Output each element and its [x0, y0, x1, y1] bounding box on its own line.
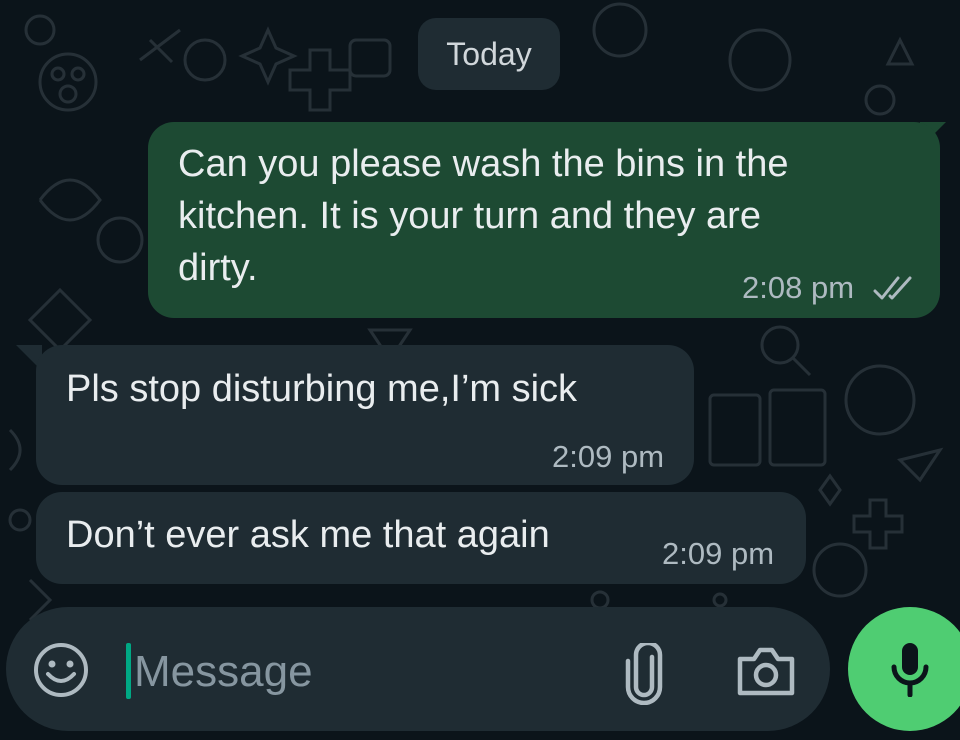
camera-icon[interactable] — [736, 645, 796, 697]
microphone-icon — [891, 643, 929, 697]
message-text: Can you please wash the bins in the kitc… — [178, 143, 789, 289]
date-chip: Today — [418, 18, 560, 90]
message-text: Pls stop disturbing me,I’m sick — [66, 368, 578, 410]
text-cursor — [126, 643, 131, 699]
emoji-icon[interactable] — [32, 641, 90, 699]
message-time: 2:08 pm — [742, 270, 855, 305]
voice-message-button[interactable] — [848, 607, 960, 731]
message-input[interactable]: Message — [134, 647, 313, 697]
attach-icon[interactable] — [624, 643, 664, 705]
incoming-message-bubble[interactable]: Pls stop disturbing me,I’m sick 2:09 pm — [36, 345, 694, 485]
incoming-message-bubble[interactable]: Don’t ever ask me that again 2:09 pm — [36, 492, 806, 584]
message-composer: Message — [6, 607, 830, 731]
message-text: Don’t ever ask me that again — [66, 514, 550, 556]
message-time: 2:09 pm — [552, 439, 665, 474]
outgoing-message-bubble[interactable]: Can you please wash the bins in the kitc… — [148, 122, 940, 318]
double-check-read-icon — [873, 276, 912, 300]
message-time: 2:09 pm — [662, 536, 775, 571]
